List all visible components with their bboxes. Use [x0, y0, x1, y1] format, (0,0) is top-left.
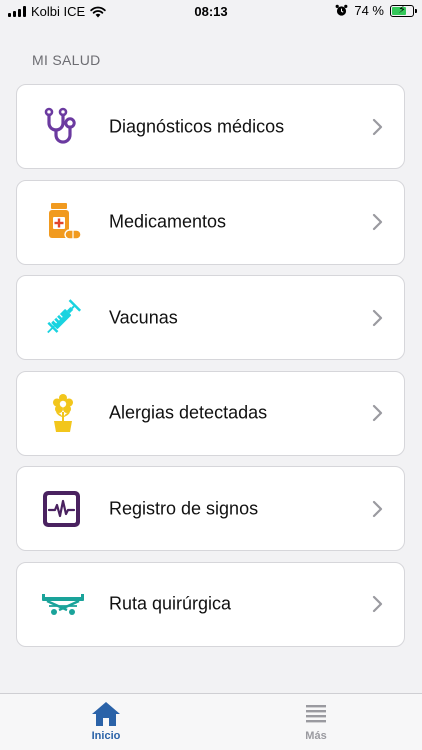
section-title: MI SALUD — [32, 52, 101, 68]
chevron-right-icon — [372, 500, 383, 517]
tab-bar: Inicio Más — [0, 693, 422, 750]
menu-lines-icon — [306, 705, 326, 723]
tab-home-label: Inicio — [91, 730, 121, 742]
flower-icon — [41, 391, 85, 435]
tab-home[interactable]: Inicio — [61, 700, 151, 742]
chevron-right-icon — [372, 118, 383, 135]
charging-bolt-icon: ⚡ — [398, 3, 406, 16]
menu-item-diagnosticos[interactable]: Diagnósticos médicos — [16, 84, 405, 169]
menu-item-ruta-quirurgica[interactable]: Ruta quirúrgica — [16, 561, 405, 647]
menu-item-label: Medicamentos — [109, 211, 227, 232]
tab-more[interactable]: Más — [271, 700, 361, 742]
menu-item-medicamentos[interactable]: Medicamentos — [16, 179, 405, 265]
tab-more-label: Más — [305, 730, 327, 742]
status-bar: Kolbi ICE 08:13 74 % ⚡ — [0, 0, 422, 24]
menu-item-label: Alergias detectadas — [109, 402, 268, 423]
menu-item-label: Registro de signos — [109, 498, 259, 518]
home-icon — [92, 702, 120, 726]
alarm-clock-icon — [335, 4, 348, 16]
chevron-right-icon — [372, 309, 383, 326]
menu-item-vacunas[interactable]: Vacunas — [16, 275, 405, 360]
chevron-right-icon — [372, 404, 383, 422]
stethoscope-icon — [41, 105, 85, 149]
stretcher-icon — [41, 582, 85, 626]
menu-item-label: Diagnósticos médicos — [109, 116, 285, 136]
menu-list: Diagnósticos médicos Medicamentos Vacuna… — [16, 84, 405, 657]
menu-item-label: Ruta quirúrgica — [109, 593, 232, 614]
battery-icon: ⚡ — [390, 3, 417, 17]
syringe-icon — [41, 296, 85, 340]
menu-item-registro-signos[interactable]: Registro de signos — [16, 466, 405, 551]
battery-percent: 74 % — [354, 3, 384, 18]
menu-item-label: Vacunas — [109, 307, 178, 327]
chevron-right-icon — [372, 213, 383, 231]
status-right: 74 % ⚡ — [335, 3, 417, 18]
menu-item-alergias[interactable]: Alergias detectadas — [16, 370, 405, 456]
chevron-right-icon — [372, 595, 383, 613]
vital-signs-monitor-icon — [41, 487, 85, 531]
medicine-bottle-icon — [41, 200, 85, 244]
